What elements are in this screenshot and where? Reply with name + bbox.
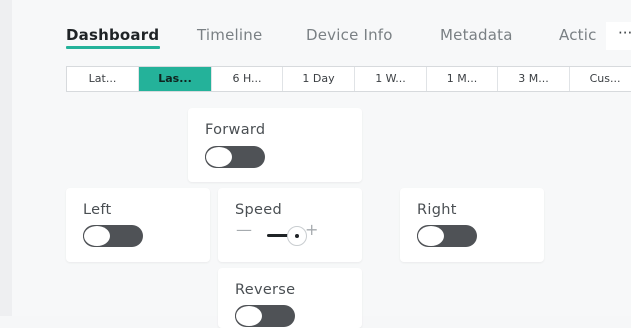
range-custom[interactable]: Cus...: [570, 67, 631, 91]
reverse-switch[interactable]: [235, 305, 295, 327]
left-switch[interactable]: [83, 225, 143, 247]
reverse-widget: Reverse: [218, 268, 362, 328]
left-widget: Left: [66, 188, 210, 262]
forward-switch[interactable]: [205, 146, 265, 168]
switch-knob: [236, 306, 262, 326]
right-label: Right: [417, 202, 457, 218]
reverse-label: Reverse: [235, 282, 296, 298]
range-1-week[interactable]: 1 W...: [355, 67, 427, 91]
dashboard-panel: Dashboard Timeline Device Info Metadata …: [12, 0, 631, 328]
device-tabs: Dashboard Timeline Device Info Metadata …: [66, 22, 631, 52]
forward-label: Forward: [205, 122, 266, 138]
left-label: Left: [83, 202, 112, 218]
forward-widget: Forward: [188, 108, 362, 182]
range-6-hours[interactable]: 6 H...: [212, 67, 283, 91]
more-tabs-icon[interactable]: ···: [618, 24, 631, 42]
speed-increment-button[interactable]: +: [305, 220, 318, 239]
range-last[interactable]: Las...: [139, 67, 212, 91]
range-3-months[interactable]: 3 M...: [498, 67, 570, 91]
tab-actions[interactable]: Actic: [559, 26, 597, 44]
switch-knob: [84, 226, 110, 246]
speed-label: Speed: [235, 202, 282, 218]
right-widget: Right: [400, 188, 544, 262]
right-switch[interactable]: [417, 225, 477, 247]
tab-dashboard[interactable]: Dashboard: [66, 26, 159, 44]
tab-timeline[interactable]: Timeline: [197, 26, 262, 44]
switch-knob: [206, 147, 232, 167]
active-tab-indicator: [66, 46, 160, 49]
range-latest[interactable]: Lat...: [67, 67, 139, 91]
speed-decrement-button[interactable]: —: [236, 220, 252, 239]
range-1-month[interactable]: 1 M...: [427, 67, 498, 91]
tab-device-info[interactable]: Device Info: [306, 26, 393, 44]
speed-slider-thumb[interactable]: [287, 226, 307, 246]
range-1-day[interactable]: 1 Day: [283, 67, 355, 91]
switch-knob: [418, 226, 444, 246]
time-range-selector: Lat... Las... 6 H... 1 Day 1 W... 1 M...…: [66, 66, 631, 92]
tab-metadata[interactable]: Metadata: [440, 26, 513, 44]
speed-widget: Speed — +: [218, 188, 362, 262]
